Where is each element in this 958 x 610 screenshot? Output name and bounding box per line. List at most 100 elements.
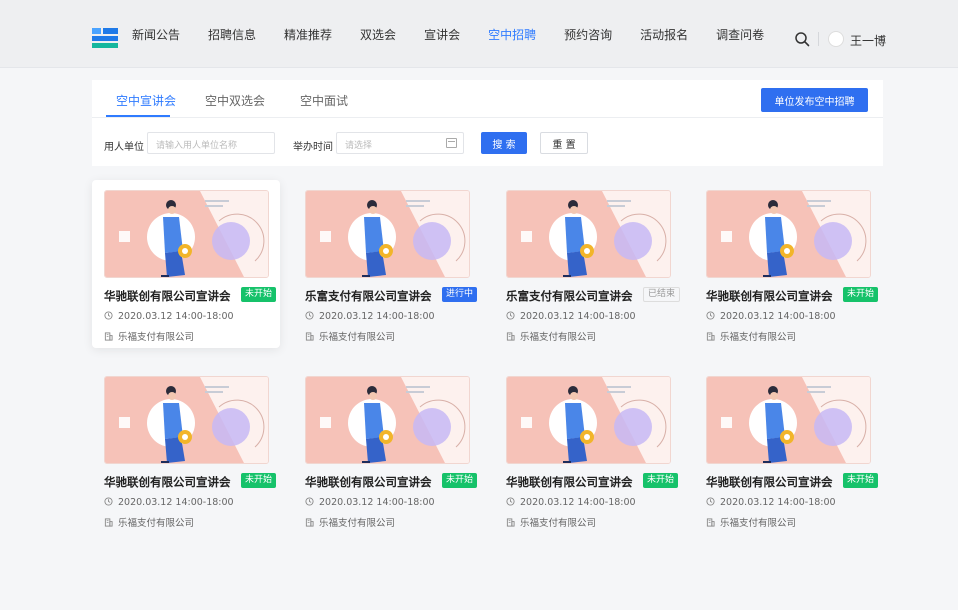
status-badge: 未开始 xyxy=(241,287,277,302)
clock-icon xyxy=(305,311,314,320)
card-title: 乐富支付有限公司宣讲会 xyxy=(506,289,633,303)
status-badge: 未开始 xyxy=(643,473,679,488)
calendar-icon xyxy=(446,138,457,148)
card-time: 2020.03.12 14:00-18:00 xyxy=(706,497,836,508)
nav-item-news[interactable]: 新闻公告 xyxy=(132,26,180,43)
card-time: 2020.03.12 14:00-18:00 xyxy=(104,497,234,508)
card-thumbnail xyxy=(305,190,470,278)
tab-online-interview[interactable]: 空中面试 xyxy=(300,92,348,109)
presentation-card[interactable]: 乐富支付有限公司宣讲会 进行中 2020.03.12 14:00-18:00 乐福支付… xyxy=(293,180,481,348)
clock-icon xyxy=(506,311,515,320)
card-time: 2020.03.12 14:00-18:00 xyxy=(104,311,234,322)
nav-item-recommend[interactable]: 精准推荐 xyxy=(284,26,332,43)
avatar[interactable] xyxy=(828,31,844,47)
building-icon xyxy=(506,518,515,527)
presentation-card[interactable]: 华驰联创有限公司宣讲会 未开始 2020.03.12 14:00-18:00 乐福支付… xyxy=(92,180,280,348)
username[interactable]: 王一博 xyxy=(850,32,886,49)
presentation-card[interactable]: 华驰联创有限公司宣讲会 未开始 2020.03.12 14:00-18:00 乐福支付… xyxy=(694,180,882,348)
search-icon[interactable] xyxy=(794,31,810,47)
site-logo[interactable] xyxy=(92,28,118,48)
building-icon xyxy=(104,332,113,341)
nav-item-events[interactable]: 活动报名 xyxy=(640,26,688,43)
card-company-text: 乐福支付有限公司 xyxy=(319,332,396,343)
building-icon xyxy=(104,518,113,527)
card-time-text: 2020.03.12 14:00-18:00 xyxy=(118,311,234,322)
card-title: 华驰联创有限公司宣讲会 xyxy=(706,289,833,303)
card-company-text: 乐福支付有限公司 xyxy=(118,518,195,529)
card-time-text: 2020.03.12 14:00-18:00 xyxy=(720,311,836,322)
tab-online-presentation[interactable]: 空中宣讲会 xyxy=(116,92,176,109)
building-icon xyxy=(305,332,314,341)
nav-item-presentations[interactable]: 宣讲会 xyxy=(424,26,460,43)
reset-button[interactable]: 重 置 xyxy=(540,132,588,154)
clock-icon xyxy=(706,497,715,506)
nav-item-jobs[interactable]: 招聘信息 xyxy=(208,26,256,43)
search-button[interactable]: 搜 索 xyxy=(481,132,527,154)
card-time: 2020.03.12 14:00-18:00 xyxy=(305,497,435,508)
time-placeholder: 请选择 xyxy=(345,141,373,151)
clock-icon xyxy=(104,497,113,506)
status-badge: 未开始 xyxy=(843,287,879,302)
tab-online-job-fair[interactable]: 空中双选会 xyxy=(205,92,265,109)
status-badge: 已结束 xyxy=(643,287,681,302)
card-company: 乐福支付有限公司 xyxy=(706,329,796,343)
top-navbar: 新闻公告 招聘信息 精准推荐 双选会 宣讲会 空中招聘 预约咨询 活动报名 调查… xyxy=(0,0,958,68)
card-title: 华驰联创有限公司宣讲会 xyxy=(305,475,432,489)
card-company-text: 乐福支付有限公司 xyxy=(319,518,396,529)
card-company: 乐福支付有限公司 xyxy=(305,329,395,343)
building-icon xyxy=(706,518,715,527)
nav-item-online-recruitment[interactable]: 空中招聘 xyxy=(488,26,536,43)
card-company-text: 乐福支付有限公司 xyxy=(520,518,597,529)
presentation-card[interactable]: 华驰联创有限公司宣讲会 未开始 2020.03.12 14:00-18:00 乐福支付… xyxy=(293,366,481,534)
card-time-text: 2020.03.12 14:00-18:00 xyxy=(319,311,435,322)
clock-icon xyxy=(506,497,515,506)
card-title: 乐富支付有限公司宣讲会 xyxy=(305,289,432,303)
card-title: 华驰联创有限公司宣讲会 xyxy=(104,289,231,303)
nav-item-job-fair[interactable]: 双选会 xyxy=(360,26,396,43)
nav-item-appointment[interactable]: 预约咨询 xyxy=(564,26,612,43)
tab-bar: 空中宣讲会 空中双选会 空中面试 单位发布空中招聘 xyxy=(92,80,883,118)
card-thumbnail xyxy=(506,376,671,464)
card-company: 乐福支付有限公司 xyxy=(506,515,596,529)
presentation-card[interactable]: 华驰联创有限公司宣讲会 未开始 2020.03.12 14:00-18:00 乐福支付… xyxy=(92,366,280,534)
presentation-card[interactable]: 华驰联创有限公司宣讲会 未开始 2020.03.12 14:00-18:00 乐福支付… xyxy=(494,366,682,534)
card-time: 2020.03.12 14:00-18:00 xyxy=(305,311,435,322)
card-thumbnail xyxy=(706,190,871,278)
main-nav: 新闻公告 招聘信息 精准推荐 双选会 宣讲会 空中招聘 预约咨询 活动报名 调查… xyxy=(132,0,792,68)
building-icon xyxy=(706,332,715,341)
status-badge: 进行中 xyxy=(442,287,478,302)
publish-online-recruitment-button[interactable]: 单位发布空中招聘 xyxy=(761,88,868,112)
card-thumbnail xyxy=(305,376,470,464)
card-time-text: 2020.03.12 14:00-18:00 xyxy=(520,497,636,508)
building-icon xyxy=(305,518,314,527)
card-time-text: 2020.03.12 14:00-18:00 xyxy=(319,497,435,508)
card-thumbnail xyxy=(706,376,871,464)
card-time: 2020.03.12 14:00-18:00 xyxy=(506,311,636,322)
card-company-text: 乐福支付有限公司 xyxy=(520,332,597,343)
card-title: 华驰联创有限公司宣讲会 xyxy=(706,475,833,489)
employer-input[interactable]: 请输入用人单位名称 xyxy=(147,132,275,154)
status-badge: 未开始 xyxy=(241,473,277,488)
presentation-card[interactable]: 华驰联创有限公司宣讲会 未开始 2020.03.12 14:00-18:00 乐福支付… xyxy=(694,366,882,534)
card-company: 乐福支付有限公司 xyxy=(305,515,395,529)
card-company: 乐福支付有限公司 xyxy=(506,329,596,343)
card-time-text: 2020.03.12 14:00-18:00 xyxy=(520,311,636,322)
card-thumbnail xyxy=(506,190,671,278)
time-label: 举办时间 xyxy=(293,142,333,153)
nav-item-survey[interactable]: 调查问卷 xyxy=(716,26,764,43)
card-company-text: 乐福支付有限公司 xyxy=(118,332,195,343)
card-company-text: 乐福支付有限公司 xyxy=(720,332,797,343)
nav-divider xyxy=(818,32,819,46)
status-badge: 未开始 xyxy=(442,473,478,488)
status-badge: 未开始 xyxy=(843,473,879,488)
card-title: 华驰联创有限公司宣讲会 xyxy=(104,475,231,489)
card-company: 乐福支付有限公司 xyxy=(706,515,796,529)
clock-icon xyxy=(706,311,715,320)
filter-panel: 空中宣讲会 空中双选会 空中面试 单位发布空中招聘 用人单位 请输入用人单位名称… xyxy=(92,80,883,166)
card-time-text: 2020.03.12 14:00-18:00 xyxy=(118,497,234,508)
employer-label: 用人单位 xyxy=(104,142,144,153)
time-picker[interactable]: 请选择 xyxy=(336,132,464,154)
presentation-card[interactable]: 乐富支付有限公司宣讲会 已结束 2020.03.12 14:00-18:00 乐福支付… xyxy=(494,180,682,348)
card-company: 乐福支付有限公司 xyxy=(104,515,194,529)
clock-icon xyxy=(104,311,113,320)
